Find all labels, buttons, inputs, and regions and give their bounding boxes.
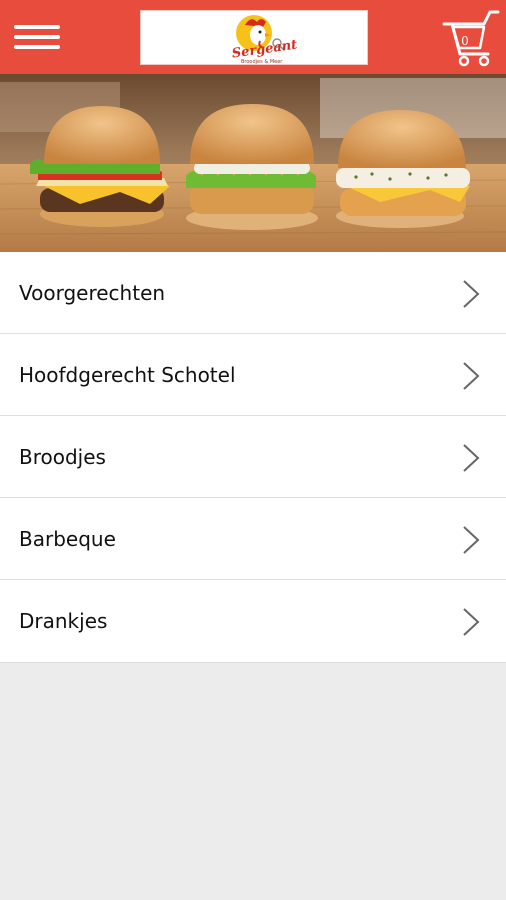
menu-item-broodjes[interactable]: Broodjes [0, 416, 506, 498]
menu-item-drankjes[interactable]: Drankjes [0, 580, 506, 663]
menu-item-label: Barbeque [19, 527, 116, 551]
menu-item-label: Broodjes [19, 445, 106, 469]
rooster-logo-icon: Sergeant Broodjes & Meer [231, 15, 298, 65]
menu-item-barbeque[interactable]: Barbeque [0, 498, 506, 580]
menu-item-label: Hoofdgerecht Schotel [19, 363, 236, 387]
menu-item-label: Voorgerechten [19, 281, 166, 305]
burgers-banner-image [0, 74, 506, 252]
chevron-right-icon [463, 608, 480, 636]
menu-item-voorgerechten[interactable]: Voorgerechten [0, 252, 506, 334]
chevron-right-icon [463, 280, 480, 308]
hamburger-line [14, 45, 60, 49]
hamburger-line [14, 35, 60, 39]
hamburger-menu-button[interactable] [12, 18, 62, 56]
cart-count-badge: 0 [461, 34, 469, 48]
hero-banner [0, 74, 506, 252]
logo-tagline: Broodjes & Meer [241, 59, 283, 65]
menu-item-hoofdgerecht-schotel[interactable]: Hoofdgerecht Schotel [0, 334, 506, 416]
top-bar: Sergeant Broodjes & Meer 0 [0, 0, 506, 74]
chevron-right-icon [463, 526, 480, 554]
menu-item-label: Drankjes [19, 609, 108, 633]
brand-logo[interactable]: Sergeant Broodjes & Meer [140, 10, 368, 65]
category-menu: Voorgerechten Hoofdgerecht Schotel Brood… [0, 252, 506, 663]
chevron-right-icon [463, 362, 480, 390]
cart-button[interactable]: 0 [440, 8, 502, 68]
hamburger-line [14, 25, 60, 29]
chevron-right-icon [463, 444, 480, 472]
